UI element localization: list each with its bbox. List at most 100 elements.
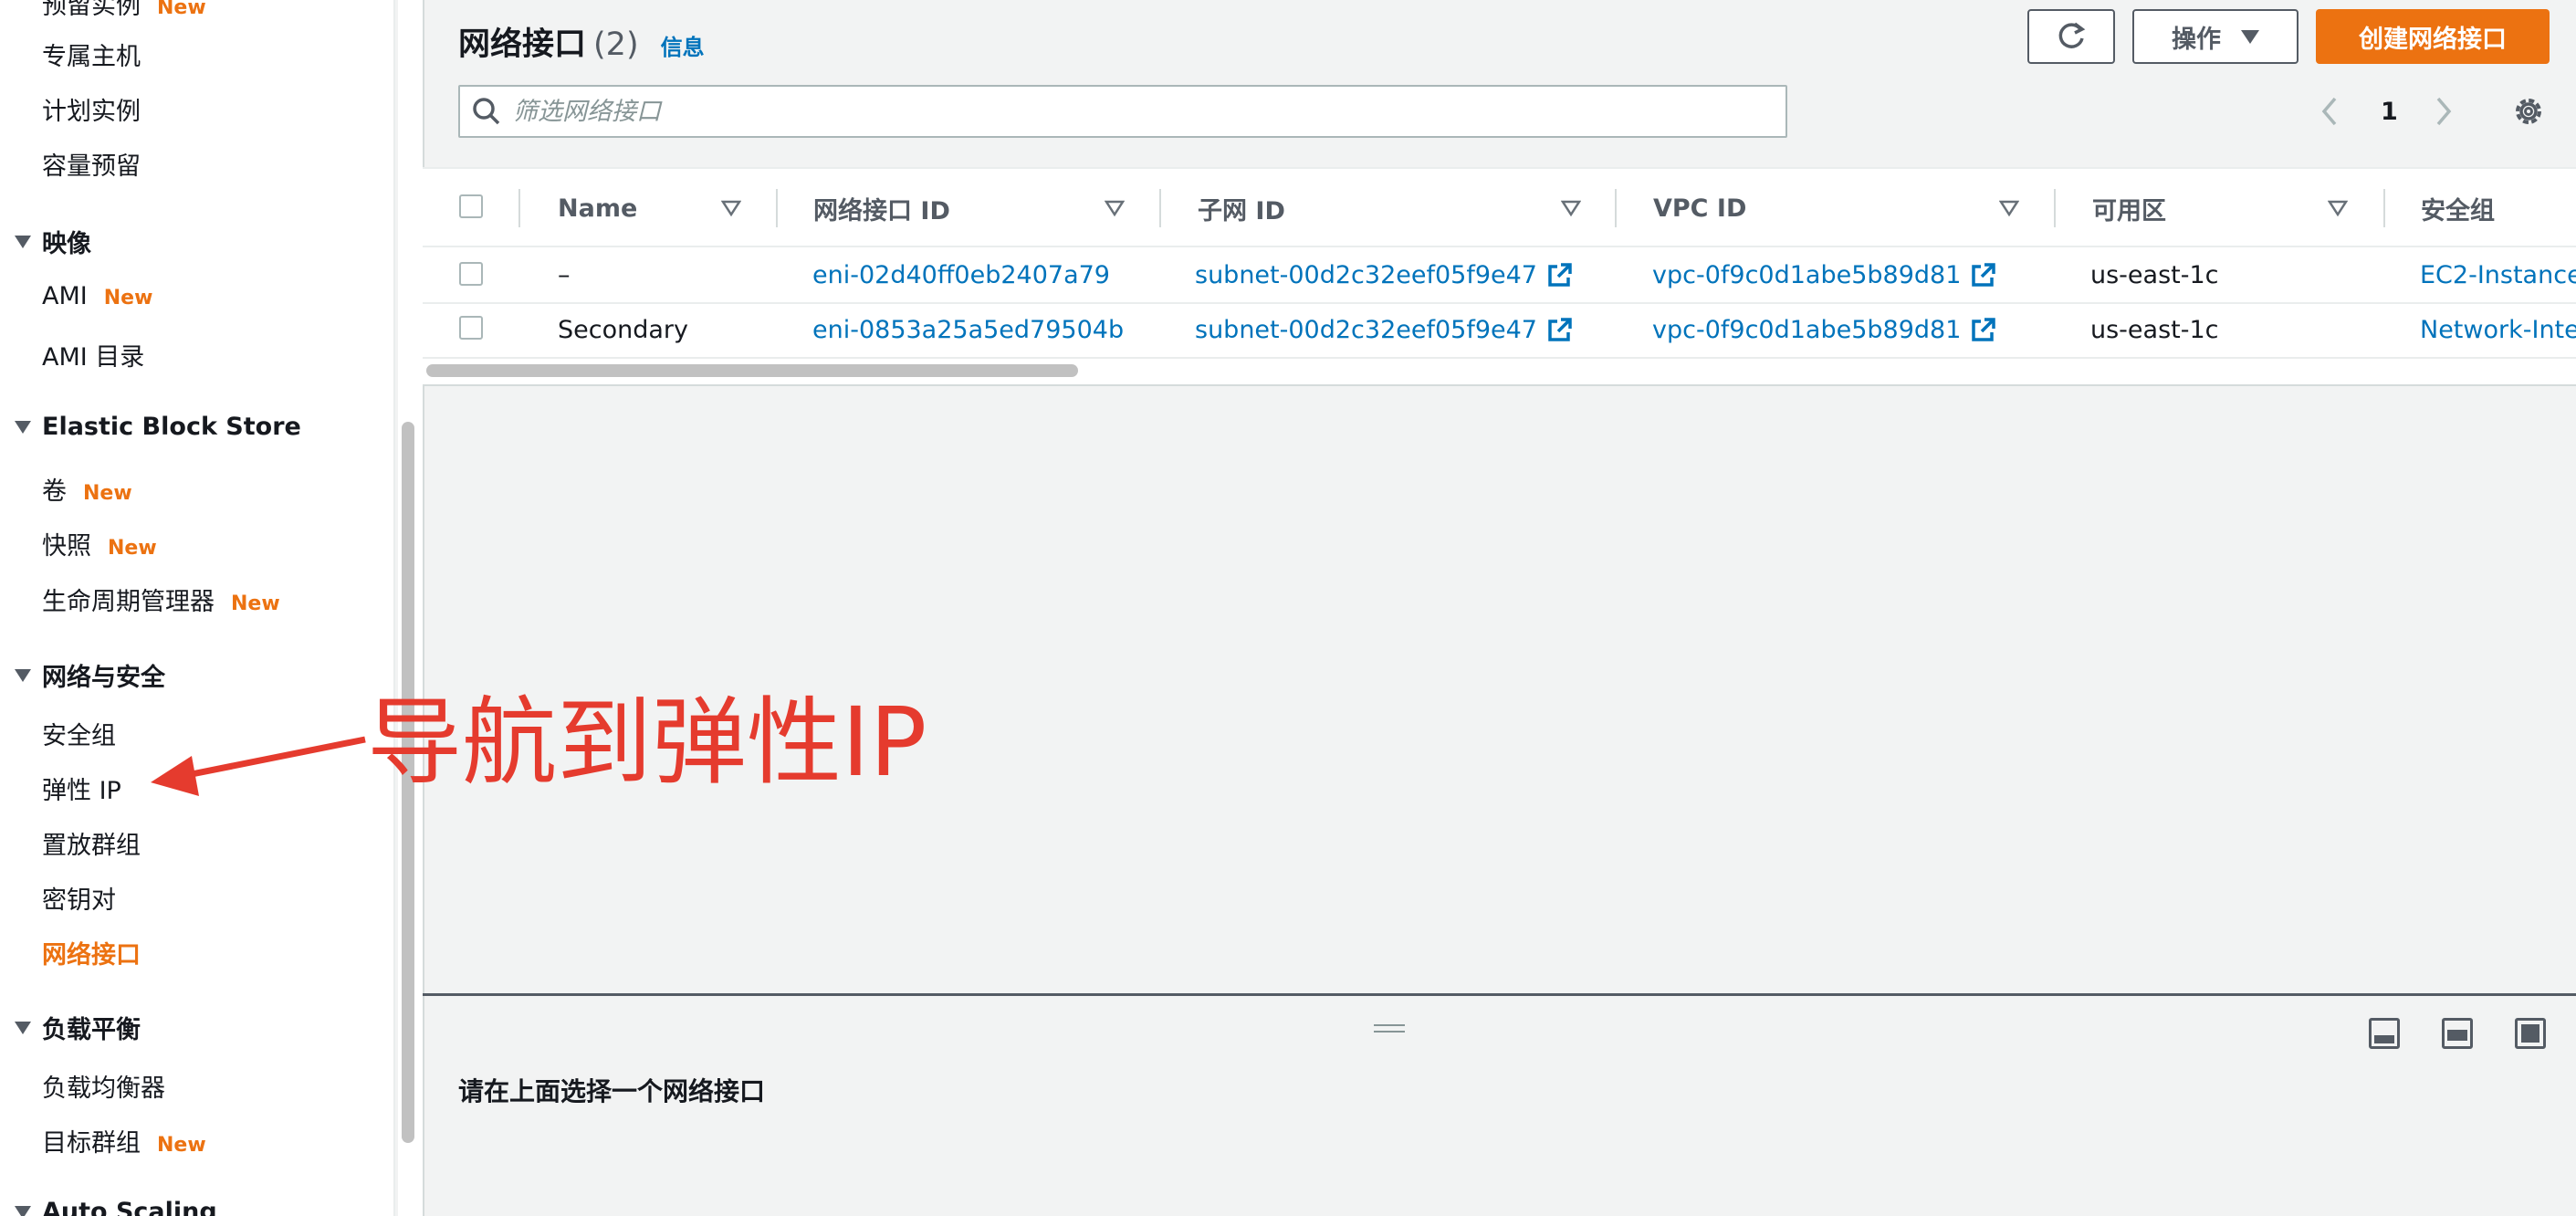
sidebar: 预留实例 New 专属主机 计划实例 容量预留 映像 AMI New AMI 目录 … bbox=[0, 0, 395, 1216]
sidebar-section-network[interactable]: 网络与安全 bbox=[15, 657, 165, 693]
next-page-button[interactable] bbox=[2433, 91, 2455, 131]
row-divider bbox=[423, 357, 2576, 359]
column-header-name[interactable]: Name bbox=[558, 169, 637, 247]
chevron-left-icon bbox=[2321, 97, 2337, 126]
page-title: 网络接口 (2) 信息 bbox=[458, 18, 705, 65]
column-header-security-groups[interactable]: 安全组 bbox=[2421, 169, 2495, 247]
cell-name: – bbox=[558, 260, 571, 289]
sidebar-item-volumes[interactable]: 卷 New bbox=[42, 471, 132, 507]
sidebar-item-label: 生命周期管理器 bbox=[42, 588, 215, 616]
external-link-icon bbox=[1546, 261, 1574, 288]
section-label: 负载平衡 bbox=[42, 1016, 141, 1044]
drag-handle-icon[interactable] bbox=[1374, 1024, 1405, 1037]
search-input[interactable] bbox=[513, 97, 1773, 126]
gear-icon bbox=[2516, 99, 2541, 124]
new-badge: New bbox=[157, 0, 206, 19]
cell-security-group[interactable]: Network-Inter bbox=[2420, 303, 2576, 356]
actions-button[interactable]: 操作 bbox=[2132, 9, 2299, 64]
column-divider bbox=[1615, 189, 1617, 227]
row-checkbox[interactable] bbox=[459, 316, 483, 340]
caret-down-icon bbox=[15, 1021, 31, 1034]
info-link[interactable]: 信息 bbox=[661, 29, 705, 61]
cell-vpc-id[interactable]: vpc-0f9c0d1abe5b89d81 bbox=[1652, 248, 1997, 301]
new-badge: New bbox=[83, 482, 132, 505]
column-header-eni-id[interactable]: 网络接口 ID bbox=[813, 169, 950, 247]
panel-bottom-icon[interactable] bbox=[2369, 1018, 2400, 1049]
sidebar-item-target-groups[interactable]: 目标群组 New bbox=[42, 1123, 206, 1158]
sort-icon bbox=[2328, 200, 2348, 217]
cell-subnet-id[interactable]: subnet-00d2c32eef05f9e47 bbox=[1195, 303, 1574, 356]
new-badge: New bbox=[103, 287, 153, 309]
column-divider bbox=[776, 189, 778, 227]
sidebar-section-ebs[interactable]: Elastic Block Store bbox=[15, 413, 301, 441]
panel-full-icon[interactable] bbox=[2515, 1018, 2546, 1049]
column-header-vpc-id[interactable]: VPC ID bbox=[1653, 169, 1746, 247]
cell-subnet-id[interactable]: subnet-00d2c32eef05f9e47 bbox=[1195, 248, 1574, 301]
vpc-link[interactable]: vpc-0f9c0d1abe5b89d81 bbox=[1652, 261, 1961, 289]
sidebar-item-scheduled-instances[interactable]: 计划实例 bbox=[42, 91, 141, 127]
sidebar-item-reserved-instances[interactable]: 预留实例 New bbox=[42, 0, 206, 21]
sidebar-item-security-groups[interactable]: 安全组 bbox=[42, 716, 116, 751]
refresh-icon bbox=[2058, 22, 2086, 48]
column-header-availability-zone[interactable]: 可用区 bbox=[2092, 169, 2166, 247]
sort-icon bbox=[1999, 200, 2019, 217]
sidebar-item-capacity-reservations[interactable]: 容量预留 bbox=[42, 146, 141, 182]
subnet-link[interactable]: subnet-00d2c32eef05f9e47 bbox=[1195, 261, 1537, 289]
cell-name: Secondary bbox=[558, 315, 688, 344]
table-header: Name 网络接口 ID 子网 ID VPC ID 可用区 安全组 bbox=[423, 169, 2576, 247]
cell-eni-id[interactable]: eni-02d40ff0eb2407a79 bbox=[812, 248, 1110, 301]
refresh-button[interactable] bbox=[2027, 9, 2115, 64]
sort-icon bbox=[1105, 200, 1125, 217]
annotation-arrow-icon bbox=[151, 736, 366, 796]
search-field[interactable] bbox=[458, 85, 1787, 138]
vpc-link[interactable]: vpc-0f9c0d1abe5b89d81 bbox=[1652, 316, 1961, 344]
row-checkbox[interactable] bbox=[459, 262, 483, 286]
panel-side-icon[interactable] bbox=[2442, 1018, 2473, 1049]
sidebar-item-label: 快照 bbox=[42, 532, 91, 561]
new-badge: New bbox=[108, 537, 157, 560]
sidebar-section-images[interactable]: 映像 bbox=[15, 224, 91, 259]
section-label: 映像 bbox=[42, 230, 91, 258]
external-link-icon bbox=[1970, 316, 1997, 343]
sidebar-item-ami[interactable]: AMI New bbox=[42, 282, 152, 310]
external-link-icon bbox=[1546, 316, 1574, 343]
sidebar-item-placement-groups[interactable]: 置放群组 bbox=[42, 825, 141, 861]
prev-page-button[interactable] bbox=[2319, 91, 2340, 131]
section-label: Elastic Block Store bbox=[42, 413, 301, 441]
page-title-text: 网络接口 bbox=[458, 26, 587, 63]
sort-icon bbox=[1561, 200, 1581, 217]
annotation-text: 导航到弹性IP bbox=[367, 687, 927, 798]
sidebar-item-key-pairs[interactable]: 密钥对 bbox=[42, 880, 116, 916]
cell-security-group[interactable]: EC2-Instance bbox=[2420, 248, 2576, 301]
sidebar-item-dedicated-hosts[interactable]: 专属主机 bbox=[42, 37, 141, 72]
caret-down-icon bbox=[2241, 29, 2259, 44]
caret-down-icon bbox=[15, 668, 31, 682]
cell-eni-id[interactable]: eni-0853a25a5ed79504b bbox=[812, 303, 1124, 356]
cell-availability-zone: us-east-1c bbox=[2090, 315, 2219, 344]
select-all-checkbox[interactable] bbox=[459, 194, 483, 218]
column-divider bbox=[2383, 189, 2385, 227]
sidebar-section-load-balancing[interactable]: 负载平衡 bbox=[15, 1010, 141, 1045]
column-divider bbox=[1159, 189, 1161, 227]
section-label: 网络与安全 bbox=[42, 664, 165, 692]
sidebar-section-auto-scaling[interactable]: Auto Scaling bbox=[15, 1198, 217, 1216]
column-divider bbox=[2054, 189, 2056, 227]
sidebar-item-lifecycle-manager[interactable]: 生命周期管理器 New bbox=[42, 582, 280, 617]
sidebar-item-network-interfaces[interactable]: 网络接口 bbox=[42, 935, 141, 970]
item-count: (2) bbox=[593, 26, 639, 63]
sidebar-item-elastic-ip[interactable]: 弹性 IP bbox=[42, 770, 121, 806]
horizontal-scrollbar-thumb[interactable] bbox=[426, 364, 1078, 377]
cell-vpc-id[interactable]: vpc-0f9c0d1abe5b89d81 bbox=[1652, 303, 1997, 356]
sidebar-item-load-balancers[interactable]: 负载均衡器 bbox=[42, 1068, 165, 1104]
create-network-interface-button[interactable]: 创建网络接口 bbox=[2316, 9, 2550, 64]
sidebar-item-snapshots[interactable]: 快照 New bbox=[42, 526, 157, 561]
sidebar-item-label: 预留实例 bbox=[42, 0, 141, 20]
preferences-button[interactable] bbox=[2510, 91, 2547, 135]
network-interfaces-table: Name 网络接口 ID 子网 ID VPC ID 可用区 安全组 – eni-… bbox=[423, 167, 2576, 386]
subnet-link[interactable]: subnet-00d2c32eef05f9e47 bbox=[1195, 316, 1537, 344]
search-icon bbox=[460, 96, 513, 127]
new-badge: New bbox=[157, 1134, 206, 1157]
page-number[interactable]: 1 bbox=[2381, 91, 2398, 131]
column-header-subnet-id[interactable]: 子网 ID bbox=[1198, 169, 1285, 247]
sidebar-item-ami-catalog[interactable]: AMI 目录 bbox=[42, 337, 144, 372]
